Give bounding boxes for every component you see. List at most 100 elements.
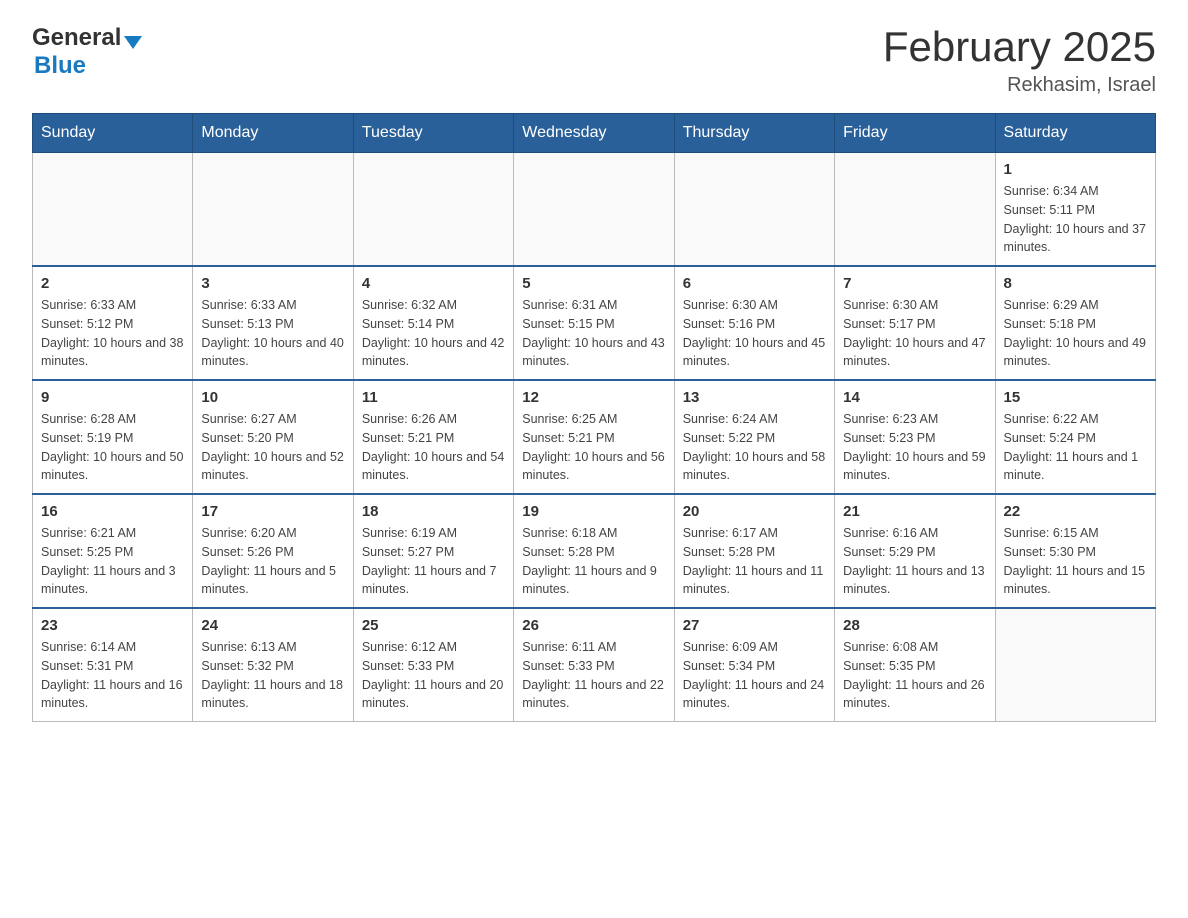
sunrise-text: Sunrise: 6:29 AM: [1004, 298, 1099, 312]
day-info: Sunrise: 6:18 AMSunset: 5:28 PMDaylight:…: [522, 524, 665, 599]
day-number: 26: [522, 617, 665, 634]
sunrise-text: Sunrise: 6:27 AM: [201, 412, 296, 426]
page-header: General Blue February 2025 Rekhasim, Isr…: [32, 24, 1156, 97]
sunrise-text: Sunrise: 6:24 AM: [683, 412, 778, 426]
sunrise-text: Sunrise: 6:12 AM: [362, 640, 457, 654]
sunrise-text: Sunrise: 6:20 AM: [201, 526, 296, 540]
sunrise-text: Sunrise: 6:25 AM: [522, 412, 617, 426]
day-number: 23: [41, 617, 184, 634]
sunset-text: Sunset: 5:13 PM: [201, 317, 293, 331]
daylight-text: Daylight: 10 hours and 50 minutes.: [41, 450, 183, 483]
day-info: Sunrise: 6:27 AM Sunset: 5:20 PM Daylight:…: [201, 410, 344, 485]
logo-blue-text: Blue: [34, 52, 86, 80]
sunset-text: Sunset: 5:20 PM: [201, 431, 293, 445]
day-number: 8: [1004, 275, 1147, 292]
day-number: 16: [41, 503, 184, 520]
sunset-text: Sunset: 5:17 PM: [843, 317, 935, 331]
daylight-text: Daylight: 10 hours and 47 minutes.: [843, 336, 985, 369]
daylight-text: Daylight: 11 hours and 11 minutes.: [683, 564, 824, 597]
sunrise-text: Sunrise: 6:14 AM: [41, 640, 136, 654]
day-cell: 24Sunrise: 6:13 AMSunset: 5:32 PMDayligh…: [193, 608, 353, 722]
daylight-text: Daylight: 11 hours and 26 minutes.: [843, 678, 985, 711]
sunrise-text: Sunrise: 6:17 AM: [683, 526, 778, 540]
day-info: Sunrise: 6:19 AMSunset: 5:27 PMDaylight:…: [362, 524, 505, 599]
day-info: Sunrise: 6:31 AMSunset: 5:15 PMDaylight:…: [522, 296, 665, 371]
daylight-text: Daylight: 11 hours and 1 minute.: [1004, 450, 1139, 483]
sunrise-text: Sunrise: 6:26 AM: [362, 412, 457, 426]
day-cell: 16 Sunrise: 6:21 AMSunset: 5:25 PMDayligh…: [33, 494, 193, 608]
day-cell: [193, 153, 353, 267]
sunrise-text: Sunrise: 6:30 AM: [843, 298, 938, 312]
sunset-text: Sunset: 5:34 PM: [683, 659, 775, 673]
daylight-text: Daylight: 10 hours and 58 minutes.: [683, 450, 825, 483]
day-number: 24: [201, 617, 344, 634]
sunset-text: Sunset: 5:21 PM: [362, 431, 454, 445]
day-cell: 25 Sunrise: 6:12 AM Sunset: 5:33 PM Dayligh…: [353, 608, 513, 722]
day-cell: [674, 153, 834, 267]
day-cell: 18Sunrise: 6:19 AMSunset: 5:27 PMDayligh…: [353, 494, 513, 608]
day-number: 28: [843, 617, 986, 634]
day-number: 25: [362, 617, 505, 634]
sunrise-text: Sunrise: 6:11 AM: [522, 640, 616, 654]
sunrise-text: Sunrise: 6:32 AM: [362, 298, 457, 312]
sunrise-text: Sunrise: 6:33 AM: [201, 298, 296, 312]
sunrise-text: Sunrise: 6:13 AM: [201, 640, 296, 654]
day-info: Sunrise: 6:33 AMSunset: 5:13 PMDaylight:…: [201, 296, 344, 371]
daylight-text: Daylight: 11 hours and 20 minutes.: [362, 678, 504, 711]
day-info: Sunrise: 6:21 AMSunset: 5:25 PMDaylight:…: [41, 524, 184, 599]
header-tuesday: Tuesday: [353, 114, 513, 153]
day-info: Sunrise: 6:16 AMSunset: 5:29 PMDaylight:…: [843, 524, 986, 599]
sunset-text: Sunset: 5:14 PM: [362, 317, 454, 331]
sunset-text: Sunset: 5:33 PM: [362, 659, 454, 673]
daylight-text: Daylight: 10 hours and 52 minutes.: [201, 450, 343, 483]
daylight-text: Daylight: 11 hours and 15 minutes.: [1004, 564, 1146, 597]
day-info: Sunrise: 6:34 AMSunset: 5:11 PMDaylight:…: [1004, 182, 1147, 257]
daylight-text: Daylight: 10 hours and 43 minutes.: [522, 336, 664, 369]
day-cell: 26 Sunrise: 6:11 AMSunset: 5:33 PMDayligh…: [514, 608, 674, 722]
title-block: February 2025 Rekhasim, Israel: [883, 24, 1156, 97]
daylight-text: Daylight: 10 hours and 56 minutes.: [522, 450, 664, 483]
daylight-text: Daylight: 10 hours and 42 minutes.: [362, 336, 504, 369]
daylight-text: Daylight: 11 hours and 13 minutes.: [843, 564, 985, 597]
week-row-2: 2Sunrise: 6:33 AMSunset: 5:12 PMDaylight…: [33, 266, 1156, 380]
sunset-text: Sunset: 5:35 PM: [843, 659, 935, 673]
daylight-text: Daylight: 10 hours and 49 minutes.: [1004, 336, 1146, 369]
day-number: 9: [41, 389, 184, 406]
day-cell: 17Sunrise: 6:20 AMSunset: 5:26 PMDayligh…: [193, 494, 353, 608]
sunset-text: Sunset: 5:12 PM: [41, 317, 133, 331]
day-number: 6: [683, 275, 826, 292]
sunrise-text: Sunrise: 6:30 AM: [683, 298, 778, 312]
day-cell: 23Sunrise: 6:14 AMSunset: 5:31 PMDayligh…: [33, 608, 193, 722]
day-info: Sunrise: 6:29 AMSunset: 5:18 PMDaylight:…: [1004, 296, 1147, 371]
day-cell: 15Sunrise: 6:22 AMSunset: 5:24 PMDayligh…: [995, 380, 1155, 494]
day-number: 14: [843, 389, 986, 406]
day-cell: 4Sunrise: 6:32 AMSunset: 5:14 PMDaylight…: [353, 266, 513, 380]
sunrise-text: Sunrise: 6:18 AM: [522, 526, 617, 540]
daylight-text: Daylight: 10 hours and 38 minutes.: [41, 336, 183, 369]
day-cell: 7Sunrise: 6:30 AMSunset: 5:17 PMDaylight…: [835, 266, 995, 380]
day-info: Sunrise: 6:09 AMSunset: 5:34 PMDaylight:…: [683, 638, 826, 713]
sunrise-text: Sunrise: 6:34 AM: [1004, 184, 1099, 198]
day-info: Sunrise: 6:11 AMSunset: 5:33 PMDaylight:…: [522, 638, 665, 713]
day-number: 1: [1004, 161, 1147, 178]
sunrise-text: Sunrise: 6:23 AM: [843, 412, 938, 426]
logo-general-text: General: [32, 24, 121, 52]
week-row-5: 23Sunrise: 6:14 AMSunset: 5:31 PMDayligh…: [33, 608, 1156, 722]
daylight-text: Daylight: 10 hours and 37 minutes.: [1004, 222, 1146, 255]
day-cell: 3Sunrise: 6:33 AMSunset: 5:13 PMDaylight…: [193, 266, 353, 380]
day-cell: 19Sunrise: 6:18 AMSunset: 5:28 PMDayligh…: [514, 494, 674, 608]
daylight-text: Daylight: 11 hours and 3 minutes.: [41, 564, 176, 597]
sunrise-text: Sunrise: 6:19 AM: [362, 526, 457, 540]
day-info: Sunrise: 6:30 AMSunset: 5:16 PMDaylight:…: [683, 296, 826, 371]
header-saturday: Saturday: [995, 114, 1155, 153]
sunset-text: Sunset: 5:30 PM: [1004, 545, 1096, 559]
day-cell: [353, 153, 513, 267]
day-cell: 20Sunrise: 6:17 AMSunset: 5:28 PMDayligh…: [674, 494, 834, 608]
day-cell: [835, 153, 995, 267]
daylight-text: Daylight: 10 hours and 59 minutes.: [843, 450, 985, 483]
calendar-title: February 2025: [883, 24, 1156, 70]
day-cell: [514, 153, 674, 267]
day-cell: 14Sunrise: 6:23 AMSunset: 5:23 PMDayligh…: [835, 380, 995, 494]
day-cell: 9Sunrise: 6:28 AMSunset: 5:19 PMDaylight…: [33, 380, 193, 494]
sunset-text: Sunset: 5:28 PM: [522, 545, 614, 559]
